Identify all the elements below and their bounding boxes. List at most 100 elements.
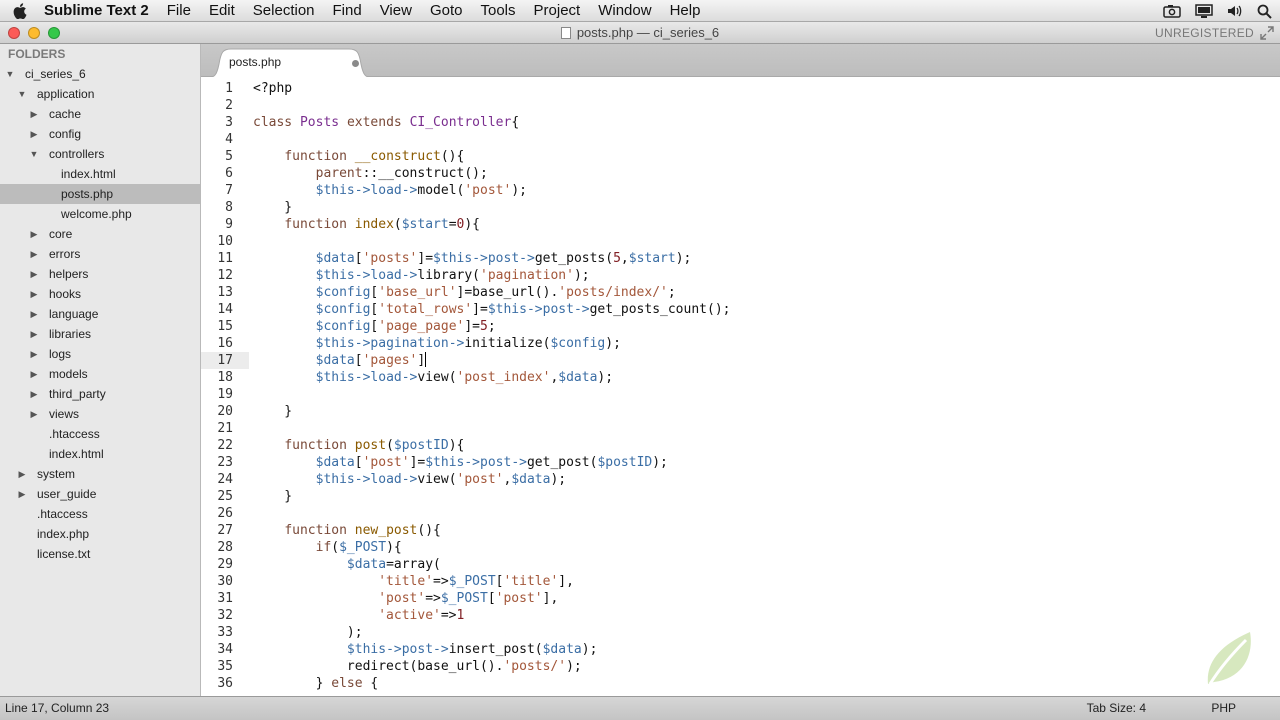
sidebar-folder[interactable]: ▼ controllers [0, 144, 200, 164]
sidebar-folder[interactable]: ▶ logs [0, 344, 200, 364]
code-line[interactable]: $data['pages'] [253, 352, 427, 369]
code-line[interactable]: 'post'=>$_POST['post'], [253, 590, 558, 607]
disclosure-closed-icon[interactable]: ▶ [29, 364, 39, 384]
menu-help[interactable]: Help [661, 0, 710, 22]
fullscreen-icon[interactable] [1260, 26, 1274, 40]
unsaved-dot-icon[interactable] [352, 60, 359, 67]
sidebar-file[interactable]: index.html [0, 444, 200, 464]
disclosure-closed-icon[interactable]: ▶ [29, 124, 39, 144]
menu-edit[interactable]: Edit [200, 0, 244, 22]
code-line[interactable]: $data['post']=$this->post->get_post($pos… [253, 454, 668, 471]
sidebar-file[interactable]: license.txt [0, 544, 200, 564]
menu-view[interactable]: View [371, 0, 421, 22]
code-line[interactable]: if($_POST){ [253, 539, 402, 556]
code-line[interactable]: $data['posts']=$this->post->get_posts(5,… [253, 250, 692, 267]
code-line[interactable]: redirect(base_url().'posts/'); [253, 658, 582, 675]
code-line[interactable]: $this->pagination->initialize($config); [253, 335, 621, 352]
disclosure-closed-icon[interactable]: ▶ [29, 384, 39, 404]
code-token: function [284, 149, 347, 164]
code-area[interactable]: <?php class Posts extends CI_Controller{ … [253, 77, 1280, 696]
sidebar-folder[interactable]: ▶ language [0, 304, 200, 324]
menu-find[interactable]: Find [324, 0, 371, 22]
code-line[interactable]: $data=array( [253, 556, 441, 573]
code-line[interactable]: 'active'=>1 [253, 607, 464, 624]
registration-label: UNREGISTERED [1155, 26, 1254, 40]
disclosure-closed-icon[interactable]: ▶ [29, 304, 39, 324]
menu-tools[interactable]: Tools [471, 0, 524, 22]
search-icon[interactable] [1257, 4, 1272, 19]
disclosure-closed-icon[interactable]: ▶ [29, 104, 39, 124]
code-editor[interactable]: 1 2 3 4 5 6 7 8 9 10 11 12 13 14 15 16 17 18 19 20 21 22 23 24 2… [201, 77, 1280, 696]
disclosure-closed-icon[interactable]: ▶ [29, 224, 39, 244]
apple-menu-icon[interactable] [0, 2, 40, 19]
code-line[interactable]: <?php [253, 80, 292, 97]
code-line[interactable]: parent::__construct(); [253, 165, 488, 182]
sidebar-folder[interactable]: ▶ libraries [0, 324, 200, 344]
code-line[interactable]: $this->load->model('post'); [253, 182, 527, 199]
app-menu[interactable]: Sublime Text 2 [40, 0, 158, 22]
code-line[interactable]: ); [253, 624, 363, 641]
code-line[interactable]: function post($postID){ [253, 437, 464, 454]
code-line[interactable]: } [253, 199, 292, 216]
sidebar-file[interactable]: index.html [0, 164, 200, 184]
code-line[interactable]: function new_post(){ [253, 522, 441, 539]
sidebar-file[interactable]: .htaccess [0, 424, 200, 444]
sidebar-folder[interactable]: ▶ hooks [0, 284, 200, 304]
code-line[interactable]: $this->post->insert_post($data); [253, 641, 597, 658]
camera-icon[interactable] [1163, 4, 1181, 18]
sidebar-folder[interactable]: ▶ models [0, 364, 200, 384]
disclosure-closed-icon[interactable]: ▶ [17, 464, 27, 484]
code-line[interactable]: function __construct(){ [253, 148, 464, 165]
disclosure-closed-icon[interactable]: ▶ [29, 344, 39, 364]
menu-window[interactable]: Window [589, 0, 660, 22]
code-line[interactable]: $this->load->library('pagination'); [253, 267, 590, 284]
code-line[interactable]: } [253, 488, 292, 505]
code-line[interactable]: } [253, 403, 292, 420]
code-line[interactable]: $config['base_url']=base_url().'posts/in… [253, 284, 676, 301]
sidebar-folder[interactable]: ▶ helpers [0, 264, 200, 284]
sidebar-folder[interactable]: ▶ cache [0, 104, 200, 124]
sidebar-file[interactable]: welcome.php [0, 204, 200, 224]
sidebar-file[interactable]: posts.php [0, 184, 200, 204]
sidebar-file[interactable]: index.php [0, 524, 200, 544]
menu-file[interactable]: File [158, 0, 200, 22]
code-line[interactable]: function index($start=0){ [253, 216, 480, 233]
window-title-text: posts.php — ci_series_6 [576, 25, 720, 40]
menu-goto[interactable]: Goto [421, 0, 472, 22]
tab-posts-php[interactable]: posts.php [207, 48, 373, 78]
sidebar-folder[interactable]: ▶ views [0, 404, 200, 424]
disclosure-open-icon[interactable]: ▼ [17, 84, 27, 104]
disclosure-closed-icon[interactable]: ▶ [29, 244, 39, 264]
code-line[interactable]: class Posts extends CI_Controller{ [253, 114, 519, 131]
code-line[interactable]: $this->load->view('post_index',$data); [253, 369, 613, 386]
sidebar-folder[interactable]: ▶ user_guide [0, 484, 200, 504]
sidebar-file[interactable]: .htaccess [0, 504, 200, 524]
code-line[interactable]: $this->load->view('post',$data); [253, 471, 567, 488]
code-line[interactable]: $config['total_rows']=$this->post->get_p… [253, 301, 731, 318]
disclosure-closed-icon[interactable]: ▶ [29, 264, 39, 284]
sidebar-folder[interactable]: ▶ errors [0, 244, 200, 264]
volume-icon[interactable] [1227, 4, 1243, 18]
tab-size-selector[interactable]: Tab Size: 4 [1087, 701, 1146, 715]
disclosure-closed-icon[interactable]: ▶ [29, 284, 39, 304]
menu-project[interactable]: Project [525, 0, 590, 22]
code-line[interactable]: 'title'=>$_POST['title'], [253, 573, 574, 590]
line-number: 12 [217, 268, 233, 283]
code-token: post [480, 455, 512, 470]
sidebar-folder[interactable]: ▶ core [0, 224, 200, 244]
disclosure-closed-icon[interactable]: ▶ [17, 484, 27, 504]
disclosure-open-icon[interactable]: ▼ [5, 64, 15, 84]
disclosure-closed-icon[interactable]: ▶ [29, 404, 39, 424]
code-line[interactable]: $config['page_page']=5; [253, 318, 496, 335]
code-line[interactable]: } else { [253, 675, 379, 692]
sidebar-folder[interactable]: ▶ system [0, 464, 200, 484]
display-icon[interactable] [1195, 3, 1213, 19]
disclosure-closed-icon[interactable]: ▶ [29, 324, 39, 344]
sidebar-folder[interactable]: ▶ config [0, 124, 200, 144]
disclosure-open-icon[interactable]: ▼ [29, 144, 39, 164]
sidebar-folder[interactable]: ▼ ci_series_6 [0, 64, 200, 84]
sidebar-folder[interactable]: ▼ application [0, 84, 200, 104]
menu-selection[interactable]: Selection [244, 0, 324, 22]
syntax-selector[interactable]: PHP [1211, 701, 1236, 715]
sidebar-folder[interactable]: ▶ third_party [0, 384, 200, 404]
